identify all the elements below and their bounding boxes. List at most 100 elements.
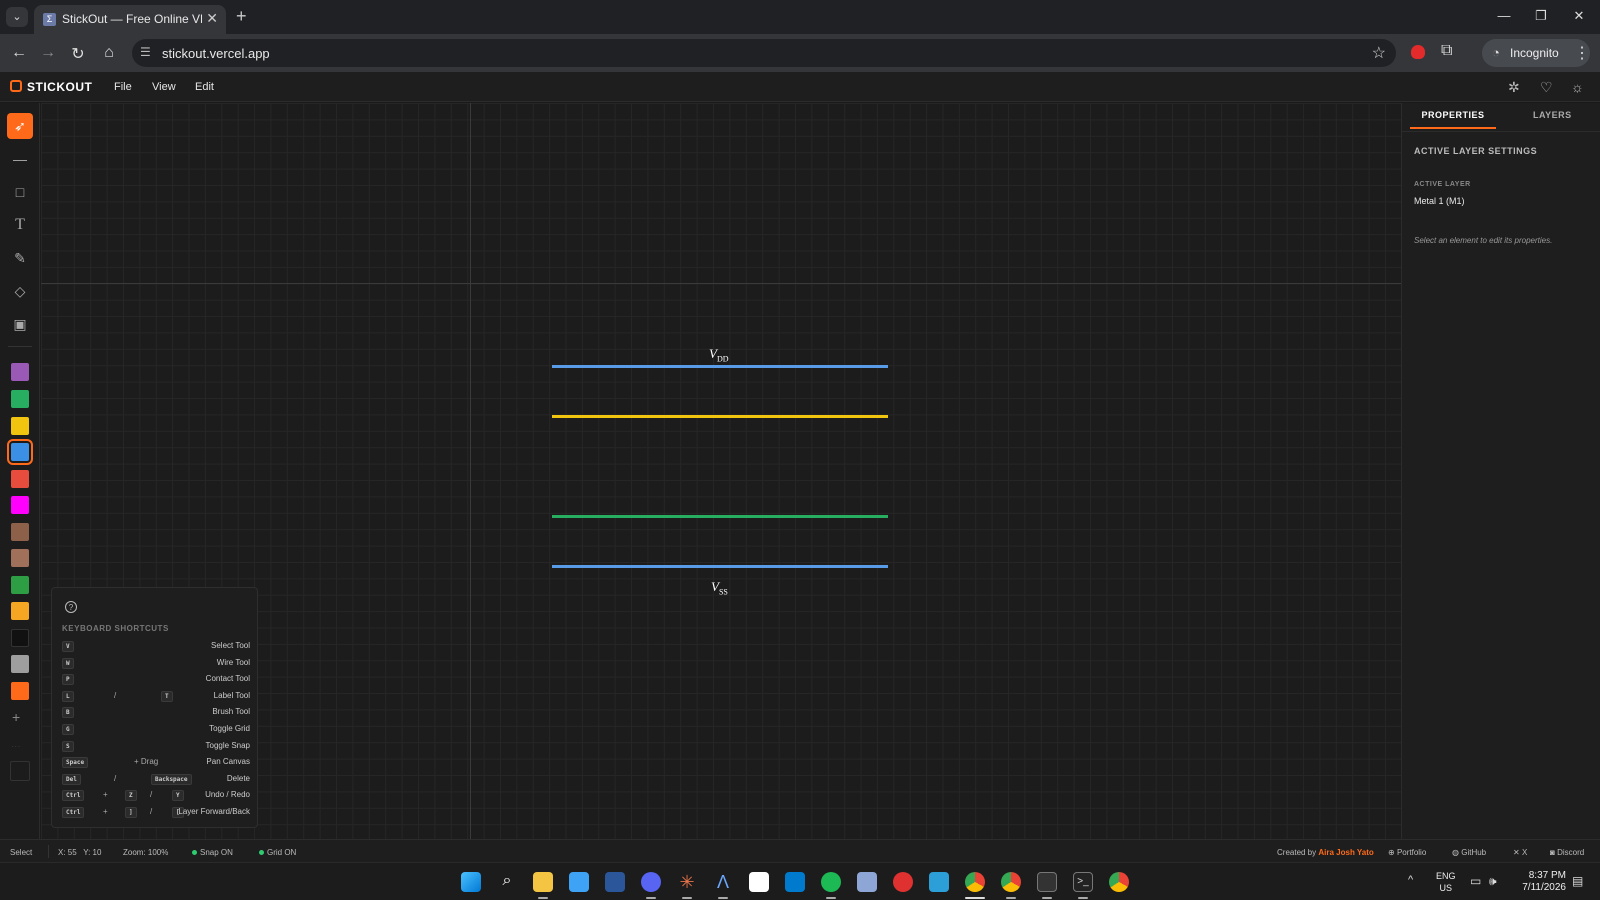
discord-link[interactable]: ◙ Discord	[1550, 848, 1584, 857]
close-window-button[interactable]: ✕	[1569, 8, 1589, 24]
x-icon: ✕	[1513, 848, 1520, 857]
status-grid[interactable]: Grid ON	[259, 848, 296, 857]
tab-search-button[interactable]: ⌄	[6, 7, 28, 27]
menu-view[interactable]: View	[152, 81, 176, 93]
language-indicator[interactable]: ENG US	[1436, 870, 1456, 894]
color-swatch[interactable]	[11, 602, 29, 620]
running-indicator	[826, 897, 836, 899]
tab-close-icon[interactable]: ✕	[206, 10, 218, 27]
color-swatch[interactable]	[11, 417, 29, 435]
vss-label[interactable]: VSS	[711, 579, 728, 597]
address-bar[interactable]: ☰ stickout.vercel.app ☆	[132, 39, 1396, 67]
reload-button[interactable]: ↻	[68, 44, 88, 64]
metal-wire-green[interactable]	[552, 515, 888, 518]
portfolio-link[interactable]: ⊕ Portfolio	[1388, 848, 1426, 857]
vdd-rail-wire[interactable]	[552, 365, 888, 368]
app-icon-red[interactable]	[893, 872, 913, 892]
help-icon[interactable]: ?	[65, 601, 77, 613]
app-icon-cube[interactable]	[857, 872, 877, 892]
extension-icon[interactable]	[1411, 45, 1425, 59]
restore-button[interactable]: ❐	[1531, 8, 1551, 24]
brush-tool-button[interactable]: ✎	[7, 245, 33, 271]
color-swatch[interactable]	[7, 439, 33, 465]
site-info-icon[interactable]: ☰	[140, 45, 151, 59]
chrome-icon[interactable]	[965, 872, 985, 892]
contact-tool-button[interactable]: □	[7, 179, 33, 205]
menu-file[interactable]: File	[114, 81, 132, 93]
notification-icon[interactable]: ▤	[1572, 874, 1583, 888]
file-explorer-icon[interactable]	[533, 872, 553, 892]
terminal-icon[interactable]: >_	[1073, 872, 1093, 892]
wire-tool-button[interactable]: —	[7, 146, 33, 172]
extensions-puzzle-icon[interactable]: ⧉	[1441, 42, 1452, 60]
image-tool-button[interactable]: ▣	[7, 311, 33, 337]
app-icon-white[interactable]	[749, 872, 769, 892]
shortcut-row: W Wire Tool	[62, 657, 250, 671]
color-swatch[interactable]	[11, 390, 29, 408]
app-icon-blue[interactable]	[929, 872, 949, 892]
back-button[interactable]: ←	[9, 44, 29, 62]
tray-expand-icon[interactable]: ^	[1408, 874, 1413, 886]
select-tool-button[interactable]: ➶	[7, 113, 33, 139]
color-swatch[interactable]	[11, 470, 29, 488]
color-swatch[interactable]	[11, 682, 29, 700]
credit-author-link[interactable]: Aira Josh Yato	[1318, 848, 1373, 857]
bookmark-star-icon[interactable]: ☆	[1372, 43, 1386, 63]
menu-edit[interactable]: Edit	[195, 81, 214, 93]
clock[interactable]: 8:37 PM 7/11/2026	[1516, 870, 1566, 894]
tab-properties[interactable]: PROPERTIES	[1410, 107, 1496, 129]
start-icon[interactable]	[461, 872, 481, 892]
add-color-button[interactable]: +	[12, 709, 20, 725]
chrome-icon-2[interactable]	[1001, 872, 1021, 892]
chrome-icon-3[interactable]	[1109, 872, 1129, 892]
claude-icon[interactable]: ✳	[677, 872, 697, 892]
new-tab-button[interactable]: +	[236, 6, 247, 27]
vdd-label[interactable]: VDD	[709, 346, 729, 364]
arc-app-icon[interactable]: Λ	[713, 872, 733, 892]
shortcut-separator: /	[150, 790, 153, 800]
color-swatch[interactable]	[11, 549, 29, 567]
color-swatch[interactable]	[11, 496, 29, 514]
active-layer-value[interactable]: Metal 1 (M1)	[1414, 196, 1465, 206]
vss-rail-wire[interactable]	[552, 565, 888, 568]
shortcuts-title: KEYBOARD SHORTCUTS	[62, 624, 169, 633]
shortcut-key: S	[62, 740, 74, 752]
color-swatch[interactable]	[11, 655, 29, 673]
browser-tab[interactable]: Σ StickOut — Free Online VLSI Sti ✕	[34, 5, 226, 34]
label-tool-button[interactable]: T	[7, 212, 33, 238]
status-snap[interactable]: Snap ON	[192, 848, 233, 857]
forward-button[interactable]: →	[38, 44, 58, 62]
shortcut-description: Undo / Redo	[205, 790, 250, 800]
word-icon[interactable]	[605, 872, 625, 892]
metal-wire-yellow[interactable]	[552, 415, 888, 418]
color-swatch[interactable]	[11, 629, 29, 647]
browser-menu-icon[interactable]: ⋮	[1574, 43, 1590, 63]
bug-icon[interactable]: ✲	[1508, 79, 1520, 96]
color-swatch[interactable]	[11, 576, 29, 594]
toolbar-divider	[8, 346, 32, 347]
tab-layers[interactable]: LAYERS	[1533, 110, 1572, 120]
shortcut-row: V Select Tool	[62, 640, 250, 654]
home-button[interactable]: ⌂	[99, 44, 119, 62]
network-icon[interactable]: ▭	[1470, 874, 1481, 888]
discord-app-icon[interactable]	[641, 872, 661, 892]
x-link[interactable]: ✕ X	[1513, 848, 1527, 857]
notepad-icon[interactable]	[569, 872, 589, 892]
volume-icon[interactable]: 🕪	[1489, 874, 1497, 889]
vscode-icon[interactable]	[785, 872, 805, 892]
running-indicator	[1078, 897, 1088, 899]
minimize-button[interactable]: —	[1494, 8, 1514, 23]
github-link[interactable]: ◍ GitHub	[1452, 848, 1486, 857]
theme-toggle-icon[interactable]: ☼	[1571, 79, 1584, 95]
shortcut-row: L / T Label Tool	[62, 690, 250, 704]
spotify-icon[interactable]	[821, 872, 841, 892]
shortcut-row: B Brush Tool	[62, 706, 250, 720]
shortcut-key: ]	[125, 807, 137, 818]
eraser-tool-button[interactable]: ◇	[7, 278, 33, 304]
heart-icon[interactable]: ♡	[1540, 79, 1553, 96]
search-icon[interactable]: ⌕	[497, 872, 517, 892]
custom-color-slot[interactable]	[10, 761, 30, 781]
color-swatch[interactable]	[11, 363, 29, 381]
window-app-icon[interactable]	[1037, 872, 1057, 892]
color-swatch[interactable]	[11, 523, 29, 541]
